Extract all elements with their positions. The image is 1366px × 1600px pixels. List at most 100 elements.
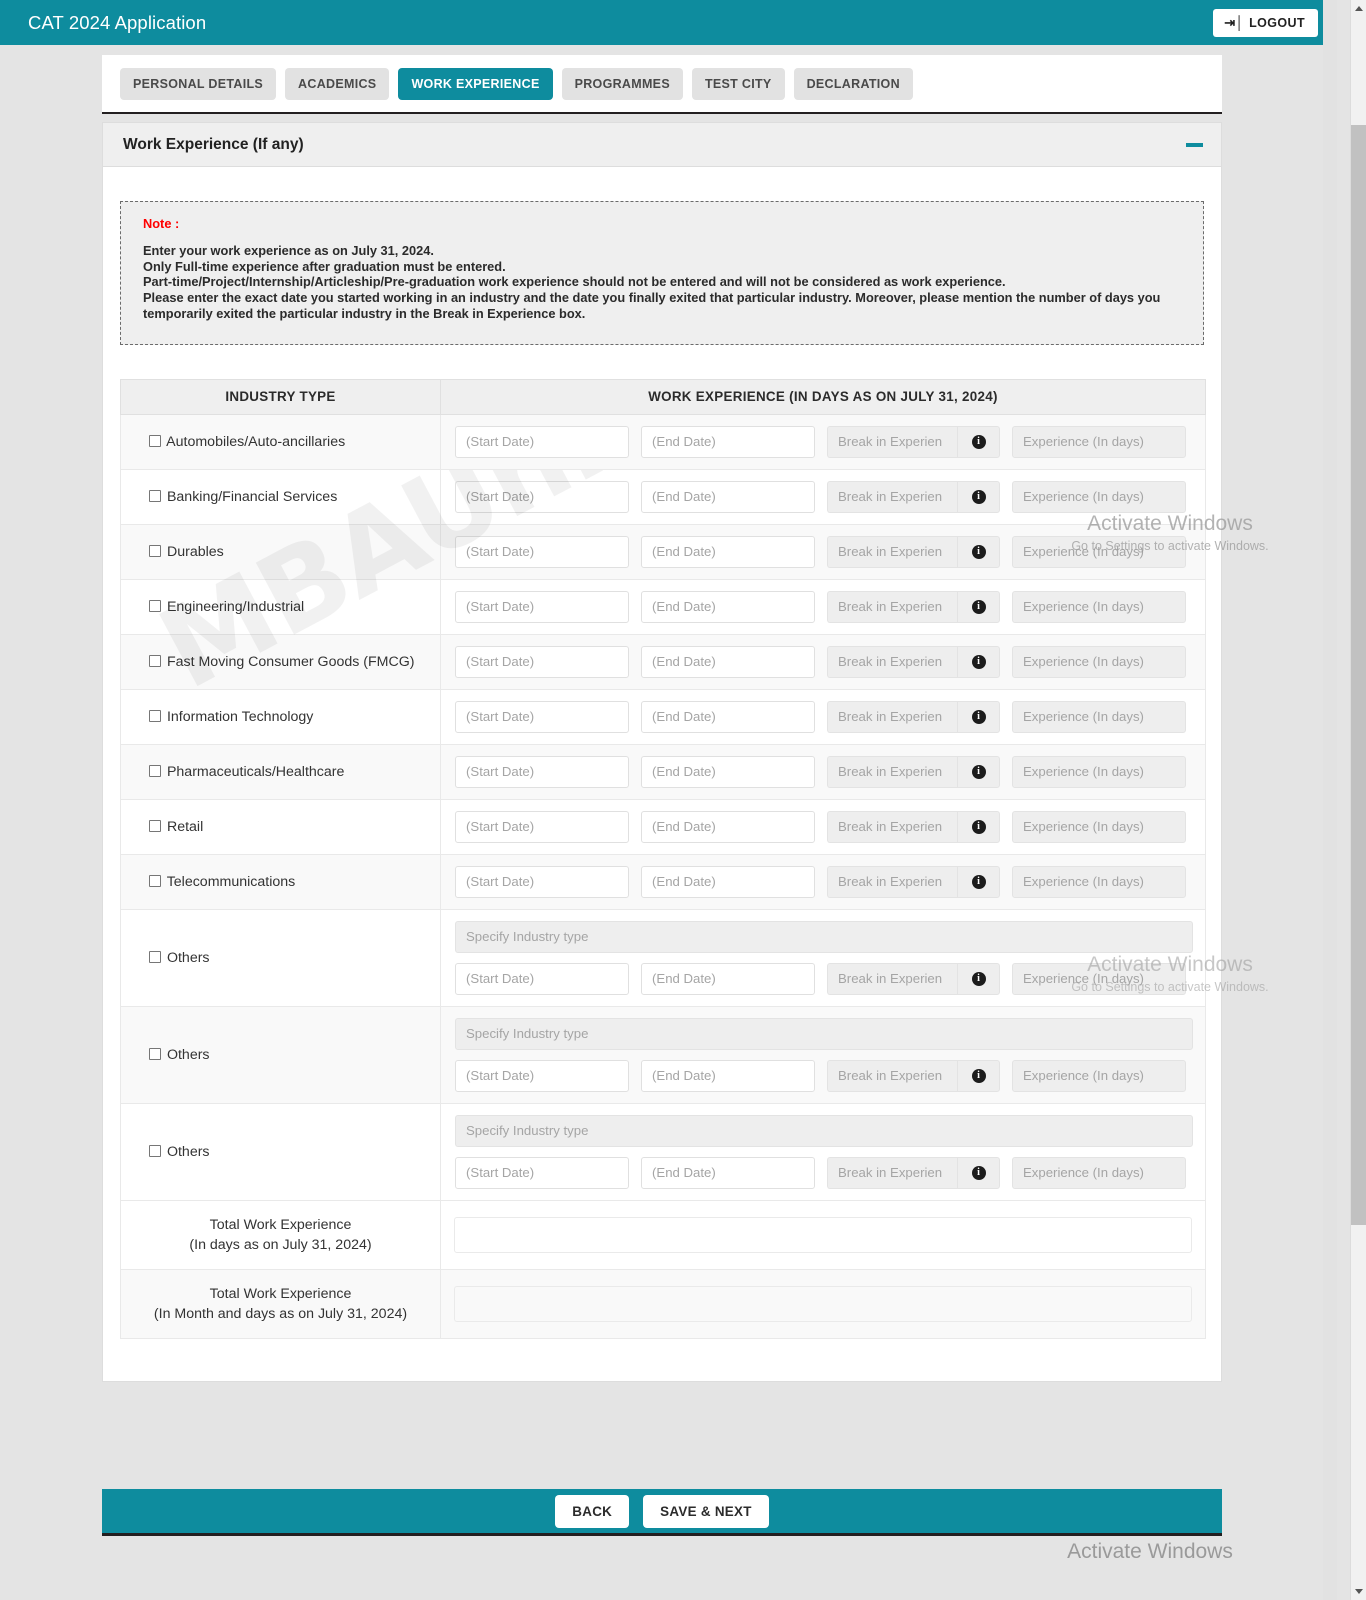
info-button[interactable]: i (957, 1156, 1000, 1189)
end-date-input[interactable] (641, 700, 815, 733)
start-date-input[interactable] (455, 865, 629, 898)
break-in-experience-input[interactable] (827, 480, 957, 513)
industry-checkbox-durables[interactable] (149, 544, 161, 557)
info-button[interactable]: i (957, 590, 1000, 623)
info-button[interactable]: i (957, 645, 1000, 678)
info-button[interactable]: i (957, 425, 1000, 458)
break-in-experience-input[interactable] (827, 700, 957, 733)
save-next-button[interactable]: SAVE & NEXT (643, 1494, 769, 1528)
tab-programmes[interactable]: PROGRAMMES (561, 68, 683, 100)
industry-checkbox-label[interactable]: Telecommunications (149, 874, 295, 890)
start-date-input[interactable] (455, 645, 629, 678)
start-date-input[interactable] (455, 1156, 629, 1189)
info-button[interactable]: i (957, 865, 1000, 898)
tab-academics[interactable]: ACADEMICS (285, 68, 390, 100)
inner-scrollbar[interactable] (1323, 0, 1337, 1600)
industry-checkbox-label[interactable]: Others (149, 1047, 210, 1063)
break-in-experience-input[interactable] (827, 1156, 957, 1189)
industry-checkbox-label[interactable]: Automobiles/Auto-ancillaries (149, 434, 345, 450)
industry-checkbox-label[interactable]: Fast Moving Consumer Goods (FMCG) (149, 654, 415, 670)
specify-industry-input[interactable] (455, 1114, 1193, 1147)
experience-days-input[interactable] (1012, 535, 1186, 568)
break-in-experience-input[interactable] (827, 865, 957, 898)
industry-checkbox-label[interactable]: Information Technology (149, 709, 313, 725)
back-button[interactable]: BACK (555, 1494, 630, 1528)
page-scrollbar-thumb[interactable] (1351, 125, 1366, 1225)
tab-personal-details[interactable]: PERSONAL DETAILS (120, 68, 277, 100)
end-date-input[interactable] (641, 1156, 815, 1189)
industry-checkbox-others-1[interactable] (149, 950, 161, 963)
industry-checkbox-pharmaceuticals[interactable] (149, 764, 161, 777)
experience-days-input[interactable] (1012, 700, 1186, 733)
industry-checkbox-information-technology[interactable] (149, 709, 161, 722)
experience-days-input[interactable] (1012, 425, 1186, 458)
experience-days-input[interactable] (1012, 755, 1186, 788)
end-date-input[interactable] (641, 425, 815, 458)
experience-days-input[interactable] (1012, 865, 1186, 898)
logout-button[interactable]: ⇥│ LOGOUT (1213, 8, 1318, 37)
end-date-input[interactable] (641, 535, 815, 568)
industry-checkbox-label[interactable]: Banking/Financial Services (149, 489, 337, 505)
end-date-input[interactable] (641, 810, 815, 843)
industry-checkbox-label[interactable]: Others (149, 1144, 210, 1160)
info-button[interactable]: i (957, 755, 1000, 788)
info-button[interactable]: i (957, 1059, 1000, 1092)
tab-test-city[interactable]: TEST CITY (691, 68, 785, 100)
start-date-input[interactable] (455, 590, 629, 623)
end-date-input[interactable] (641, 590, 815, 623)
industry-checkbox-label[interactable]: Engineering/Industrial (149, 599, 304, 615)
experience-days-input[interactable] (1012, 645, 1186, 678)
scroll-up-button[interactable] (1351, 0, 1366, 17)
start-date-input[interactable] (455, 810, 629, 843)
break-in-experience-input[interactable] (827, 1059, 957, 1092)
start-date-input[interactable] (455, 535, 629, 568)
inner-scrollbar-thumb[interactable] (1323, 250, 1337, 1230)
info-button[interactable]: i (957, 700, 1000, 733)
tab-work-experience[interactable]: WORK EXPERIENCE (398, 68, 553, 100)
start-date-input[interactable] (455, 700, 629, 733)
start-date-input[interactable] (455, 962, 629, 995)
industry-checkbox-retail[interactable] (149, 819, 161, 832)
break-in-experience-input[interactable] (827, 535, 957, 568)
experience-days-input[interactable] (1012, 1059, 1186, 1092)
industry-checkbox-label[interactable]: Retail (149, 819, 203, 835)
industry-checkbox-fmcg[interactable] (149, 654, 161, 667)
info-button[interactable]: i (957, 480, 1000, 513)
experience-days-input[interactable] (1012, 962, 1186, 995)
page-scrollbar[interactable] (1350, 0, 1366, 1600)
specify-industry-input[interactable] (455, 1017, 1193, 1050)
end-date-input[interactable] (641, 645, 815, 678)
start-date-input[interactable] (455, 425, 629, 458)
start-date-input[interactable] (455, 1059, 629, 1092)
scroll-down-button[interactable] (1351, 1583, 1366, 1600)
break-in-experience-input[interactable] (827, 962, 957, 995)
info-button[interactable]: i (957, 535, 1000, 568)
industry-checkbox-others-2[interactable] (149, 1047, 161, 1060)
industry-checkbox-label[interactable]: Durables (149, 544, 224, 560)
end-date-input[interactable] (641, 755, 815, 788)
industry-checkbox-automobiles[interactable] (149, 434, 161, 447)
break-in-experience-input[interactable] (827, 755, 957, 788)
industry-checkbox-others-3[interactable] (149, 1144, 161, 1157)
break-in-experience-input[interactable] (827, 590, 957, 623)
break-in-experience-input[interactable] (827, 425, 957, 458)
info-button[interactable]: i (957, 962, 1000, 995)
end-date-input[interactable] (641, 1059, 815, 1092)
end-date-input[interactable] (641, 962, 815, 995)
industry-checkbox-label[interactable]: Others (149, 950, 210, 966)
minus-icon[interactable] (1186, 142, 1203, 147)
experience-days-input[interactable] (1012, 810, 1186, 843)
experience-days-input[interactable] (1012, 480, 1186, 513)
industry-checkbox-engineering[interactable] (149, 599, 161, 612)
experience-days-input[interactable] (1012, 1156, 1186, 1189)
industry-checkbox-label[interactable]: Pharmaceuticals/Healthcare (149, 764, 344, 780)
info-button[interactable]: i (957, 810, 1000, 843)
experience-days-input[interactable] (1012, 590, 1186, 623)
industry-checkbox-banking[interactable] (149, 489, 161, 502)
industry-checkbox-telecommunications[interactable] (149, 874, 161, 887)
break-in-experience-input[interactable] (827, 810, 957, 843)
end-date-input[interactable] (641, 480, 815, 513)
start-date-input[interactable] (455, 755, 629, 788)
tab-declaration[interactable]: DECLARATION (793, 68, 913, 100)
end-date-input[interactable] (641, 865, 815, 898)
